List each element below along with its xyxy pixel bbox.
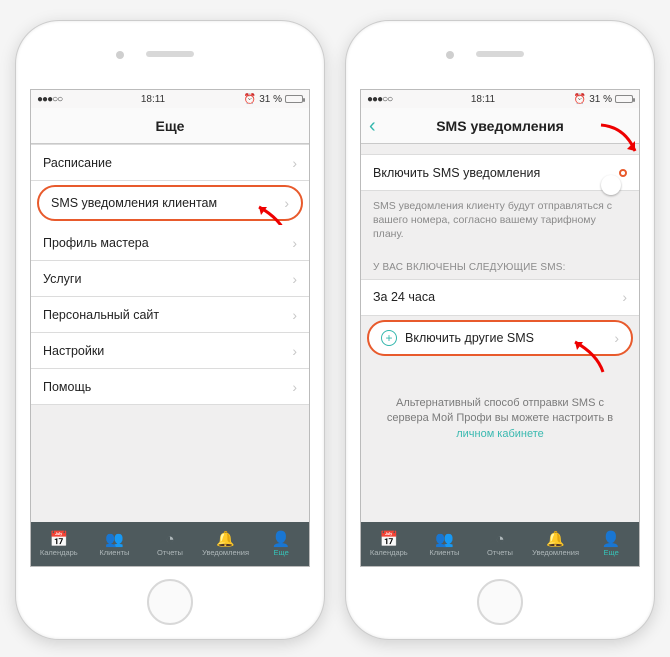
tab-label: Календарь	[370, 548, 408, 557]
tab-label: Клиенты	[99, 548, 129, 557]
enabled-sms-list: За 24 часа ›	[361, 279, 639, 316]
toggle-row-enable-sms: Включить SMS уведомления	[361, 155, 639, 191]
highlight-ring	[619, 169, 627, 177]
camera-dot	[116, 51, 124, 59]
menu-item-label: Профиль мастера	[43, 236, 292, 250]
calendar-icon: 📅	[49, 532, 68, 547]
signal-icon: ●●●○○	[367, 94, 392, 105]
chevron-right-icon: ›	[284, 195, 289, 211]
personal-account-link[interactable]: личном кабинете	[456, 428, 544, 440]
bell-icon: 🔔	[546, 532, 565, 547]
menu-item-label: Услуги	[43, 272, 292, 286]
sms-row-label: За 24 часа	[373, 290, 622, 304]
page-title: SMS уведомления	[436, 118, 564, 134]
tab-reports[interactable]: ◔Отчеты	[142, 522, 198, 566]
battery-icon	[285, 95, 303, 103]
camera-dot	[446, 51, 454, 59]
chevron-right-icon: ›	[292, 307, 297, 323]
bell-icon: 🔔	[216, 532, 235, 547]
sms-row-24h[interactable]: За 24 часа ›	[361, 280, 639, 316]
screen-left: ●●●○○ 18:11 ⏰ 31 % Еще Расписание › SMS …	[30, 89, 310, 567]
person-icon: 👤	[602, 532, 621, 547]
status-time: 18:11	[471, 94, 495, 105]
calendar-icon: 📅	[379, 532, 398, 547]
tab-label: Уведомления	[532, 548, 579, 557]
tab-label: Еще	[604, 548, 619, 557]
clients-icon: 👥	[435, 532, 454, 547]
tab-clients[interactable]: 👥Клиенты	[417, 522, 473, 566]
chevron-right-icon: ›	[614, 330, 619, 346]
battery-icon	[615, 95, 633, 103]
status-bar: ●●●○○ 18:11 ⏰ 31 %	[361, 90, 639, 108]
tab-bar: 📅Календарь 👥Клиенты ◔Отчеты 🔔Уведомления…	[31, 522, 309, 566]
sms-note: SMS уведомления клиенту будут отправлять…	[361, 191, 639, 252]
tab-label: Клиенты	[429, 548, 459, 557]
speaker	[146, 51, 194, 57]
menu-item-help[interactable]: Помощь ›	[31, 369, 309, 405]
tab-label: Отчеты	[487, 548, 513, 557]
chevron-right-icon: ›	[292, 235, 297, 251]
toggle-section: Включить SMS уведомления	[361, 154, 639, 191]
reports-icon: ◔	[495, 532, 504, 547]
alt-note-text: Альтернативный способ отправки SMS с сер…	[387, 397, 613, 425]
home-button[interactable]	[147, 579, 193, 625]
tab-label: Уведомления	[202, 548, 249, 557]
tab-calendar[interactable]: 📅Календарь	[31, 522, 87, 566]
tab-bar: 📅Календарь 👥Клиенты ◔Отчеты 🔔Уведомления…	[361, 522, 639, 566]
tab-label: Календарь	[40, 548, 78, 557]
tab-clients[interactable]: 👥Клиенты	[87, 522, 143, 566]
chevron-right-icon: ›	[292, 271, 297, 287]
signal-icon: ●●●○○	[37, 94, 62, 105]
alternative-note: Альтернативный способ отправки SMS с сер…	[361, 396, 639, 444]
battery-pct: 31 %	[259, 94, 282, 105]
menu-list: Расписание › SMS уведомления клиентам › …	[31, 144, 309, 405]
chevron-right-icon: ›	[292, 343, 297, 359]
back-button[interactable]: ‹	[369, 116, 376, 136]
menu-item-label: SMS уведомления клиентам	[51, 196, 284, 210]
battery-pct: 31 %	[589, 94, 612, 105]
menu-item-label: Расписание	[43, 156, 292, 170]
menu-item-schedule[interactable]: Расписание ›	[31, 145, 309, 181]
menu-item-master-profile[interactable]: Профиль мастера ›	[31, 225, 309, 261]
reports-icon: ◔	[165, 532, 174, 547]
tab-reports[interactable]: ◔Отчеты	[472, 522, 528, 566]
tab-notifications[interactable]: 🔔Уведомления	[528, 522, 584, 566]
phone-left: ●●●○○ 18:11 ⏰ 31 % Еще Расписание › SMS …	[15, 20, 325, 640]
menu-item-label: Помощь	[43, 380, 292, 394]
chevron-right-icon: ›	[292, 155, 297, 171]
add-sms-label: Включить другие SMS	[405, 331, 614, 345]
alarm-icon: ⏰	[574, 94, 586, 105]
tab-label: Отчеты	[157, 548, 183, 557]
person-icon: 👤	[272, 532, 291, 547]
tab-more[interactable]: 👤Еще	[253, 522, 309, 566]
status-time: 18:11	[141, 94, 165, 105]
toggle-row-label: Включить SMS уведомления	[373, 166, 619, 180]
chevron-right-icon: ›	[292, 379, 297, 395]
phone-right: ●●●○○ 18:11 ⏰ 31 % ‹ SMS уведомления Вкл…	[345, 20, 655, 640]
menu-item-sms-notifications[interactable]: SMS уведомления клиентам ›	[37, 185, 303, 221]
menu-item-services[interactable]: Услуги ›	[31, 261, 309, 297]
screen-right: ●●●○○ 18:11 ⏰ 31 % ‹ SMS уведомления Вкл…	[360, 89, 640, 567]
home-button[interactable]	[477, 579, 523, 625]
menu-item-personal-site[interactable]: Персональный сайт ›	[31, 297, 309, 333]
plus-circle-icon: +	[381, 330, 397, 346]
speaker	[476, 51, 524, 57]
menu-item-settings[interactable]: Настройки ›	[31, 333, 309, 369]
chevron-right-icon: ›	[622, 289, 627, 305]
tab-calendar[interactable]: 📅Календарь	[361, 522, 417, 566]
menu-item-label: Настройки	[43, 344, 292, 358]
tab-label: Еще	[274, 548, 289, 557]
status-bar: ●●●○○ 18:11 ⏰ 31 %	[31, 90, 309, 108]
tab-more[interactable]: 👤Еще	[583, 522, 639, 566]
tab-notifications[interactable]: 🔔Уведомления	[198, 522, 254, 566]
nav-header: Еще	[31, 108, 309, 144]
clients-icon: 👥	[105, 532, 124, 547]
alarm-icon: ⏰	[244, 94, 256, 105]
menu-item-label: Персональный сайт	[43, 308, 292, 322]
page-title: Еще	[156, 118, 185, 134]
section-header: У ВАС ВКЛЮЧЕНЫ СЛЕДУЮЩИЕ SMS:	[361, 252, 639, 279]
nav-header: ‹ SMS уведомления	[361, 108, 639, 144]
add-other-sms-row[interactable]: + Включить другие SMS ›	[367, 320, 633, 356]
